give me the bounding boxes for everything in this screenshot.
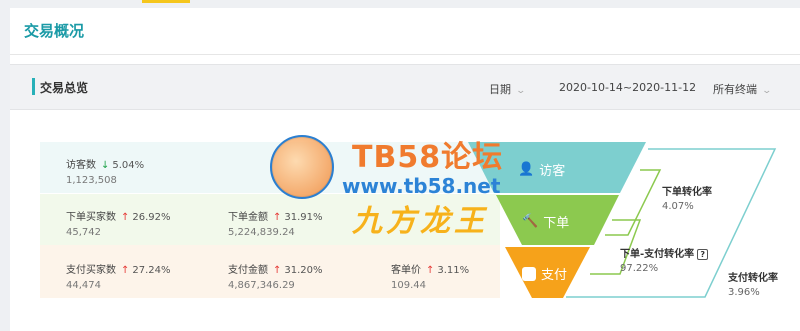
conversion-order-pay: 下单-支付转化率? 97.22%	[620, 245, 709, 274]
conversion-name: 下单-支付转化率	[620, 249, 695, 260]
funnel-label-payments: 支付	[522, 264, 567, 283]
conversion-name: 支付转化率	[728, 273, 778, 284]
watermark-slogan: 九方龙王	[352, 204, 488, 239]
funnel-stage-label: 支付	[541, 268, 568, 283]
funnel-stage-label: 下单	[543, 216, 570, 231]
funnel-stage-label: 访客	[539, 164, 566, 179]
hammer-icon: 🔨	[522, 214, 539, 229]
conversion-value: 3.96%	[728, 287, 760, 298]
wallet-icon	[522, 266, 536, 281]
user-icon: 👤	[518, 162, 535, 177]
watermark-hand-icon	[272, 137, 332, 197]
funnel-label-visitors: 👤 访客	[518, 160, 565, 179]
conversion-pay: 支付转化率 3.96%	[728, 269, 778, 298]
conversion-value: 97.22%	[620, 263, 659, 274]
help-icon[interactable]: ?	[697, 249, 709, 260]
watermark-text: TB58论坛	[352, 140, 504, 175]
conversion-name: 下单转化率	[662, 187, 712, 198]
conversion-value: 4.07%	[662, 201, 694, 212]
watermark-url: www.tb58.net	[342, 174, 501, 198]
page: 交易概况 交易总览 日期 ⌄ 2020-10-14~2020-11-12 所有终端…	[0, 0, 800, 331]
conversion-order: 下单转化率 4.07%	[662, 183, 712, 212]
funnel-label-orders: 🔨 下单	[522, 212, 569, 231]
